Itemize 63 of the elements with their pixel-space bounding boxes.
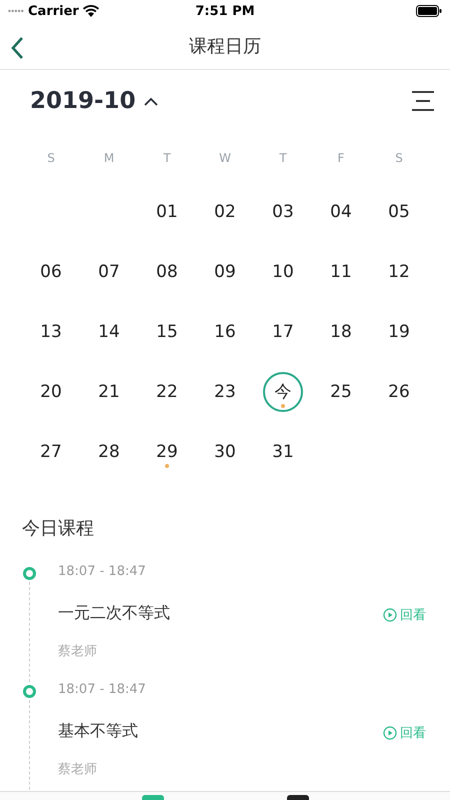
calendar-day[interactable]: 今 — [263, 372, 303, 412]
calendar-day[interactable]: 20 — [31, 372, 71, 412]
weekday-label: T — [163, 150, 171, 167]
back-icon — [10, 36, 24, 60]
weekday-label: F — [338, 150, 344, 167]
weekday-label: S — [395, 150, 403, 167]
course-time: 18:07 - 18:47 — [58, 564, 147, 579]
calendar-day[interactable]: 17 — [263, 312, 303, 352]
weekday-label: M — [104, 150, 114, 167]
calendar-day[interactable]: 19 — [379, 312, 419, 352]
teacher-name: 蔡老师 — [58, 761, 98, 778]
calendar-day[interactable]: 25 — [321, 372, 361, 412]
weekday-label: S — [47, 150, 55, 167]
play-icon — [383, 608, 397, 622]
menu-icon — [412, 91, 434, 112]
calendar-day[interactable]: 16 — [205, 312, 245, 352]
event-dot — [281, 404, 285, 408]
calendar-day[interactable]: 29 — [147, 432, 187, 472]
calendar-day[interactable]: 18 — [321, 312, 361, 352]
calendar-day[interactable]: 09 — [205, 252, 245, 292]
calendar-day[interactable]: 01 — [147, 192, 187, 232]
section-title: 今日课程 — [21, 516, 95, 541]
calendar-day[interactable]: 03 — [263, 192, 303, 232]
calendar-day[interactable]: 06 — [31, 252, 71, 292]
calendar-day[interactable]: 28 — [89, 432, 129, 472]
teacher-name: 蔡老师 — [58, 643, 98, 660]
page-title: 课程日历 — [189, 34, 261, 58]
calendar-day[interactable]: 13 — [31, 312, 71, 352]
course-name: 基本不等式 — [58, 721, 139, 742]
weekday-label: T — [279, 150, 287, 167]
calendar-day[interactable]: 05 — [379, 192, 419, 232]
calendar-day[interactable]: 26 — [379, 372, 419, 412]
calendar-day[interactable]: 08 — [147, 252, 187, 292]
month-selector[interactable]: 2019-10 — [30, 88, 158, 114]
calendar-day[interactable]: 04 — [321, 192, 361, 232]
calendar-day[interactable]: 12 — [379, 252, 419, 292]
calendar-day[interactable]: 21 — [89, 372, 129, 412]
course-time: 18:07 - 18:47 — [58, 682, 147, 697]
status-time: 7:51 PM — [195, 4, 255, 19]
timeline-node — [22, 567, 36, 580]
battery-icon — [416, 5, 442, 18]
calendar-day[interactable]: 07 — [89, 252, 129, 292]
weekday-label: W — [219, 150, 231, 167]
calendar-day[interactable]: 15 — [147, 312, 187, 352]
calendar-day[interactable]: 31 — [263, 432, 303, 472]
tab-icon[interactable] — [286, 795, 308, 800]
wifi-icon — [82, 5, 99, 18]
caret-icon — [144, 96, 158, 106]
signal-icon — [8, 9, 24, 14]
calendar-day[interactable]: 22 — [147, 372, 187, 412]
timeline-node — [22, 685, 36, 698]
calendar-day[interactable]: 02 — [205, 192, 245, 232]
calendar-day[interactable]: 11 — [321, 252, 361, 292]
calendar-day[interactable]: 23 — [205, 372, 245, 412]
calendar-day[interactable]: 14 — [89, 312, 129, 352]
play-icon — [383, 726, 397, 740]
calendar-day[interactable]: 30 — [205, 432, 245, 472]
carrier-name: Carrier — [28, 4, 79, 19]
calendar-day[interactable]: 27 — [31, 432, 71, 472]
course-name: 一元二次不等式 — [58, 603, 171, 624]
event-dot — [165, 464, 169, 468]
menu-button[interactable] — [412, 91, 434, 112]
calendar-day[interactable]: 10 — [263, 252, 303, 292]
